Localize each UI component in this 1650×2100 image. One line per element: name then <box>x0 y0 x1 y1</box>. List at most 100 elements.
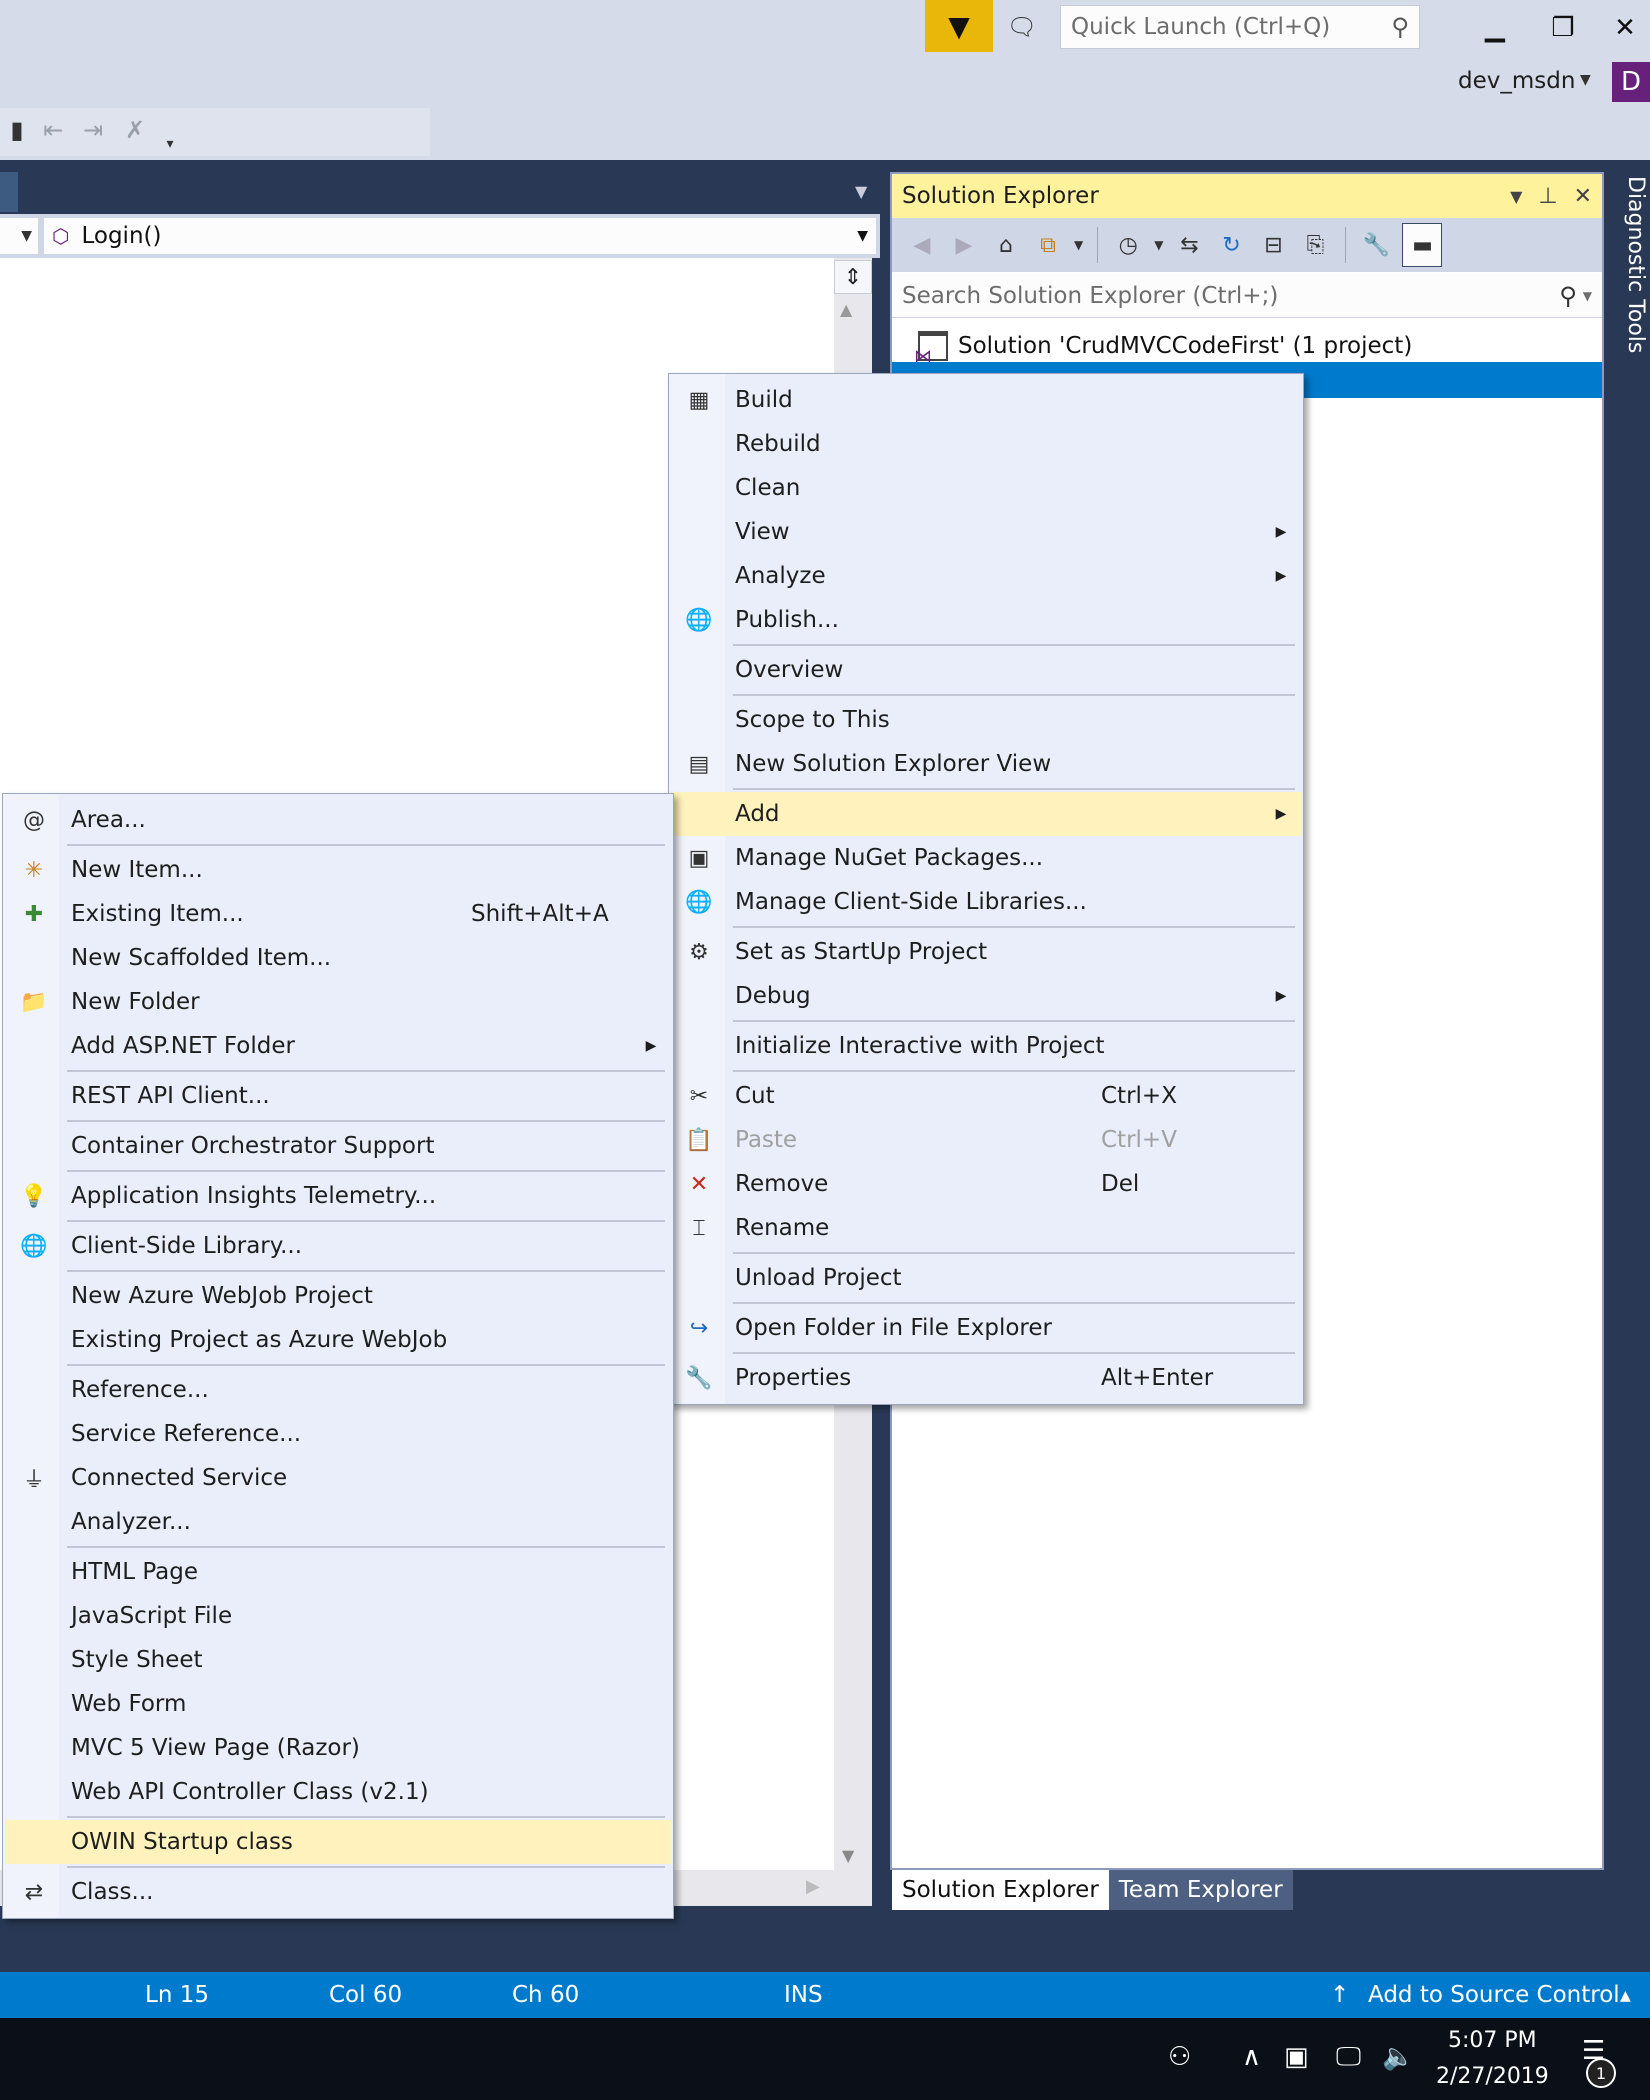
menu-item-clean[interactable]: Clean <box>671 466 1301 510</box>
menu-item-manage-nuget-packages[interactable]: ▣Manage NuGet Packages... <box>671 836 1301 880</box>
pin-icon[interactable]: ⊥ <box>1538 184 1557 209</box>
add-menu-item-new-folder[interactable]: 📁New Folder <box>5 980 671 1024</box>
split-window-button[interactable]: ⇕ <box>834 260 872 294</box>
power-icon[interactable]: ▣ <box>1284 2042 1309 2072</box>
chevron-down-icon[interactable]: ▼ <box>1154 238 1163 252</box>
chevron-down-icon[interactable]: ▼ <box>1074 238 1083 252</box>
add-menu-item-new-scaffolded-item[interactable]: New Scaffolded Item... <box>5 936 671 980</box>
clear-bookmarks-icon[interactable]: ✗ <box>118 112 152 148</box>
editor-tab[interactable] <box>0 172 18 212</box>
menu-item-initialize-interactive-with-project[interactable]: Initialize Interactive with Project <box>671 1024 1301 1068</box>
menu-item-label: Add ASP.NET Folder <box>63 1033 631 1059</box>
menu-item-cut[interactable]: ✂CutCtrl+X <box>671 1074 1301 1118</box>
forward-icon[interactable]: ▶ <box>948 227 980 263</box>
menu-item-properties[interactable]: 🔧PropertiesAlt+Enter <box>671 1356 1301 1400</box>
volume-icon[interactable]: 🔈 <box>1382 2042 1414 2072</box>
member-dropdown[interactable]: ⬡ Login() ▼ <box>44 218 876 254</box>
show-all-files-icon[interactable]: ⎘ <box>1299 227 1331 263</box>
scroll-right-icon[interactable]: ▶ <box>806 1876 820 1897</box>
menu-item-open-folder-in-file-explorer[interactable]: ↪Open Folder in File Explorer <box>671 1306 1301 1350</box>
add-menu-item-add-asp-net-folder[interactable]: Add ASP.NET Folder▶ <box>5 1024 671 1068</box>
add-menu-item-service-reference[interactable]: Service Reference... <box>5 1412 671 1456</box>
network-icon[interactable]: 🖵 <box>1336 2042 1361 2073</box>
add-menu-item-style-sheet[interactable]: Style Sheet <box>5 1638 671 1682</box>
toolbar-overflow-icon[interactable]: ▾ <box>160 126 180 162</box>
chevron-down-icon[interactable]: ▼ <box>1583 289 1592 303</box>
add-menu-item-container-orchestrator-support[interactable]: Container Orchestrator Support <box>5 1124 671 1168</box>
menu-item-overview[interactable]: Overview <box>671 648 1301 692</box>
menu-item-manage-client-side-libraries[interactable]: 🌐Manage Client-Side Libraries... <box>671 880 1301 924</box>
add-menu-item-rest-api-client[interactable]: REST API Client... <box>5 1074 671 1118</box>
feedback-filter-button[interactable]: ▼ <box>925 0 993 52</box>
add-menu-item-new-item[interactable]: ✳New Item... <box>5 848 671 892</box>
add-to-source-control-button[interactable]: Add to Source Control <box>1368 1982 1620 2008</box>
menu-item-rename[interactable]: ⌶Rename <box>671 1206 1301 1250</box>
menu-item-rebuild[interactable]: Rebuild <box>671 422 1301 466</box>
minimize-button[interactable]: ▁ <box>1470 8 1520 48</box>
restore-button[interactable]: ❐ <box>1538 8 1588 48</box>
menu-item-add[interactable]: Add▶ <box>671 792 1301 836</box>
bookmark-icon[interactable]: ▮ <box>0 112 34 148</box>
back-icon[interactable]: ◀ <box>906 227 938 263</box>
menu-item-remove[interactable]: ✕RemoveDel <box>671 1162 1301 1206</box>
menu-item-analyze[interactable]: Analyze▶ <box>671 554 1301 598</box>
add-menu-item-mvc-5-view-page-razor[interactable]: MVC 5 View Page (Razor) <box>5 1726 671 1770</box>
add-menu-item-connected-service[interactable]: ⏚Connected Service <box>5 1456 671 1500</box>
menu-item-unload-project[interactable]: Unload Project <box>671 1256 1301 1300</box>
menu-item-build[interactable]: ▦Build <box>671 378 1301 422</box>
scroll-up-icon[interactable]: ▲ <box>840 300 852 319</box>
account-name[interactable]: dev_msdn <box>1458 68 1575 94</box>
add-menu-item-existing-project-as-azure-webjob[interactable]: Existing Project as Azure WebJob <box>5 1318 671 1362</box>
add-menu-item-class[interactable]: ⇄Class... <box>5 1870 671 1914</box>
add-menu-item-new-azure-webjob-project[interactable]: New Azure WebJob Project <box>5 1274 671 1318</box>
add-menu-item-owin-startup-class[interactable]: OWIN Startup class <box>5 1820 671 1864</box>
tree-item-solution[interactable]: Solution 'CrudMVCCodeFirst' (1 project) <box>918 328 1412 364</box>
menu-item-publish[interactable]: 🌐Publish... <box>671 598 1301 642</box>
quick-launch-input[interactable]: Quick Launch (Ctrl+Q) ⚲ <box>1060 5 1420 49</box>
tab-team-explorer[interactable]: Team Explorer <box>1109 1870 1293 1910</box>
home-icon[interactable]: ⌂ <box>990 227 1022 263</box>
close-window-button[interactable]: ✕ <box>1600 8 1650 48</box>
wrench-icon[interactable]: 🔧 <box>1360 227 1392 263</box>
add-menu-item-web-form[interactable]: Web Form <box>5 1682 671 1726</box>
switch-views-icon[interactable]: ⧉ <box>1032 227 1064 263</box>
diagnostic-tools-tab[interactable]: Diagnostic Tools <box>1608 172 1648 472</box>
add-menu-item-client-side-library[interactable]: 🌐Client-Side Library... <box>5 1224 671 1268</box>
menu-item-set-as-startup-project[interactable]: ⚙Set as StartUp Project <box>671 930 1301 974</box>
next-bookmark-icon[interactable]: ⇥ <box>76 112 110 148</box>
sync-icon[interactable]: ⇆ <box>1173 227 1205 263</box>
menu-item-view[interactable]: View▶ <box>671 510 1301 554</box>
clock-time[interactable]: 5:07 PM <box>1448 2028 1537 2053</box>
clock-date[interactable]: 2/27/2019 <box>1436 2064 1549 2089</box>
menu-item-paste: 📋PasteCtrl+V <box>671 1118 1301 1162</box>
people-icon[interactable]: ⚇ <box>1168 2042 1191 2072</box>
add-menu-item-analyzer[interactable]: Analyzer... <box>5 1500 671 1544</box>
add-menu-item-reference[interactable]: Reference... <box>5 1368 671 1412</box>
type-dropdown[interactable]: ▼ <box>0 218 38 254</box>
show-hidden-icons-icon[interactable]: ∧ <box>1242 2042 1261 2072</box>
tab-solution-explorer[interactable]: Solution Explorer <box>892 1870 1109 1910</box>
preview-selected-icon[interactable]: ▬ <box>1402 223 1442 267</box>
send-feedback-button[interactable]: 🗨 <box>1003 8 1041 46</box>
add-menu-item-javascript-file[interactable]: JavaScript File <box>5 1594 671 1638</box>
add-menu-item-area[interactable]: @Area... <box>5 798 671 842</box>
close-icon[interactable]: ✕ <box>1574 184 1592 209</box>
add-menu-item-existing-item[interactable]: ✚Existing Item...Shift+Alt+A <box>5 892 671 936</box>
window-position-dropdown-icon[interactable]: ▼ <box>1510 187 1522 206</box>
add-menu-item-html-page[interactable]: HTML Page <box>5 1550 671 1594</box>
scroll-down-icon[interactable]: ▼ <box>842 1846 854 1865</box>
menu-item-scope-to-this[interactable]: Scope to This <box>671 698 1301 742</box>
collapse-all-icon[interactable]: ⊟ <box>1257 227 1289 263</box>
chevron-up-icon[interactable]: ▲ <box>1620 1988 1631 2004</box>
previous-bookmark-icon[interactable]: ⇤ <box>36 112 70 148</box>
add-menu-item-web-api-controller-class-v2-1[interactable]: Web API Controller Class (v2.1) <box>5 1770 671 1814</box>
menu-item-debug[interactable]: Debug▶ <box>671 974 1301 1018</box>
tab-list-dropdown-icon[interactable]: ▼ <box>855 182 867 201</box>
menu-item-new-solution-explorer-view[interactable]: ▤New Solution Explorer View <box>671 742 1301 786</box>
pending-changes-filter-icon[interactable]: ◷ <box>1112 227 1144 263</box>
refresh-icon[interactable]: ↻ <box>1215 227 1247 263</box>
solution-explorer-search-input[interactable]: Search Solution Explorer (Ctrl+;) ⚲ ▼ <box>892 274 1602 318</box>
add-menu-item-application-insights-telemetry[interactable]: 💡Application Insights Telemetry... <box>5 1174 671 1218</box>
avatar[interactable]: D <box>1612 62 1650 102</box>
chevron-down-icon[interactable]: ▼ <box>1580 72 1591 88</box>
